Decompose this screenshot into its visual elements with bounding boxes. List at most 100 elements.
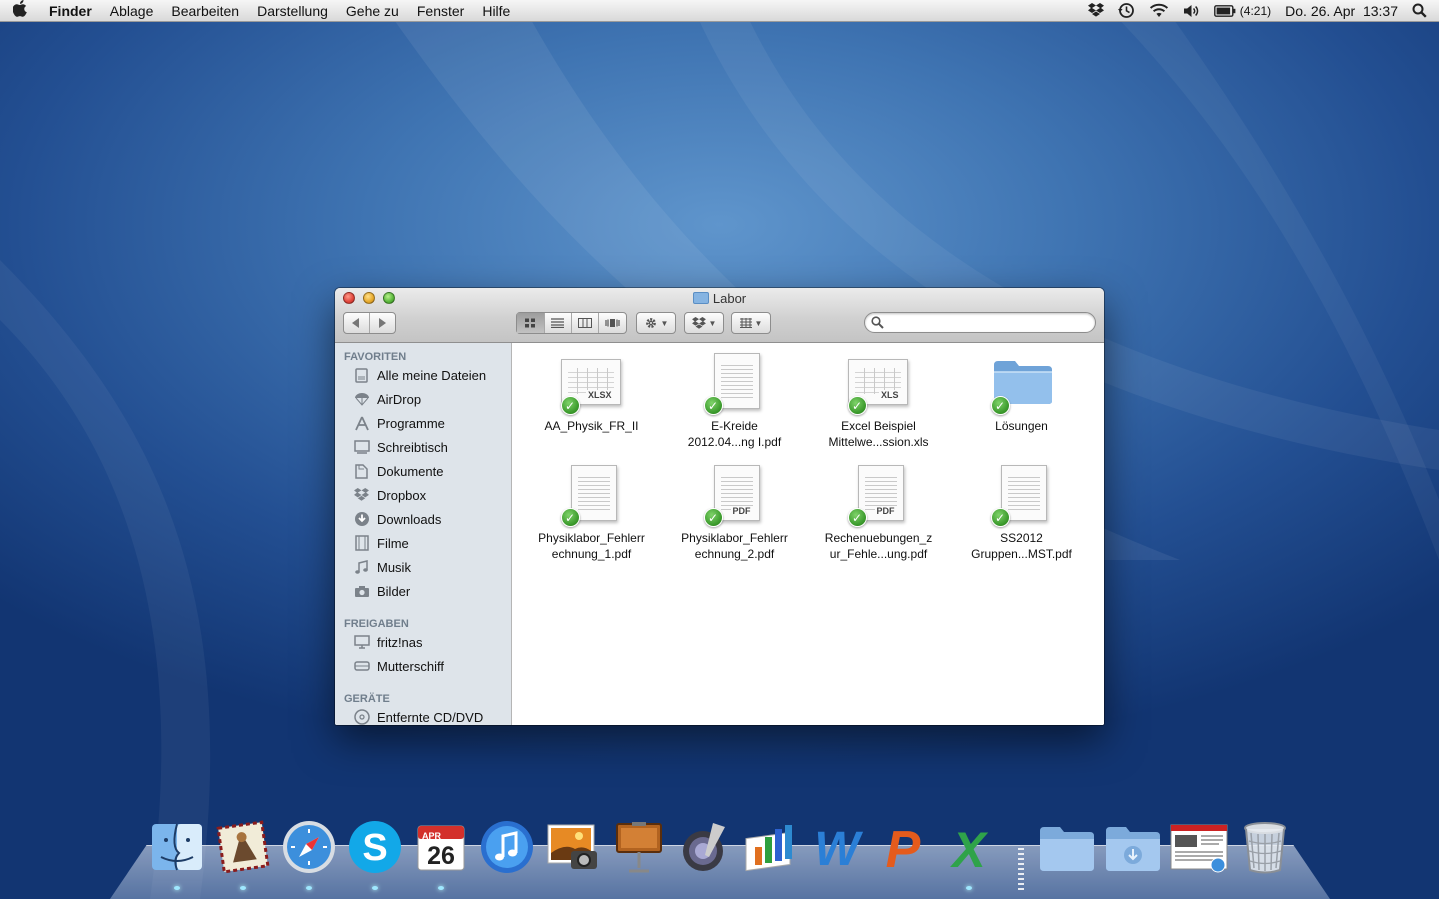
dock-aperture-icon[interactable] xyxy=(676,818,734,876)
dock-keynote-icon[interactable] xyxy=(610,818,668,876)
list-view-button[interactable] xyxy=(545,313,572,333)
sidebar-item-label: AirDrop xyxy=(377,391,422,407)
dock-trash-icon[interactable] xyxy=(1236,818,1294,876)
forward-arrow-icon xyxy=(379,318,387,328)
sidebar-item-label: Alle meine Dateien xyxy=(377,367,487,383)
file-item[interactable]: PDF ✓ Rechenuebungen_z ur_Fehle...ung.pdf xyxy=(806,463,951,562)
music-icon xyxy=(353,559,370,576)
file-name: E-Kreide xyxy=(711,419,758,433)
menu-ablage[interactable]: Ablage xyxy=(101,3,163,19)
file-name: Physiklabor_Fehlerr xyxy=(538,531,645,545)
menu-darstellung[interactable]: Darstellung xyxy=(248,3,337,19)
sidebar-item-airdrop[interactable]: AirDrop xyxy=(335,387,511,411)
sidebar-item-bilder[interactable]: Bilder xyxy=(335,579,511,603)
folder-icon xyxy=(692,292,709,304)
dock-powerpoint-icon[interactable]: P xyxy=(874,818,932,876)
menu-app-finder[interactable]: Finder xyxy=(40,3,101,19)
pdf-file-icon: ✓ xyxy=(989,463,1055,527)
running-indicator xyxy=(174,886,180,890)
back-button[interactable] xyxy=(344,313,370,333)
file-item[interactable]: XLSX ✓ AA_Physik_FR_II xyxy=(519,351,664,434)
running-indicator xyxy=(240,886,246,890)
volume-icon[interactable] xyxy=(1176,4,1207,18)
dock-safari-icon[interactable] xyxy=(280,818,338,876)
sidebar-item-dropbox[interactable]: Dropbox xyxy=(335,483,511,507)
view-mode-control xyxy=(516,312,627,334)
menu-clock[interactable]: Do. 26. Apr 13:37 xyxy=(1278,3,1405,19)
menu-bearbeiten[interactable]: Bearbeiten xyxy=(162,3,248,19)
dropbox-status-icon[interactable] xyxy=(1081,3,1111,18)
desktop-icon xyxy=(353,439,370,456)
synced-check-icon: ✓ xyxy=(703,396,723,415)
file-type-badge: PDF xyxy=(730,506,753,516)
time-machine-icon[interactable] xyxy=(1111,2,1142,19)
dock-documents-stack-icon[interactable] xyxy=(1038,818,1096,876)
battery-icon xyxy=(1213,4,1236,17)
menu-hilfe[interactable]: Hilfe xyxy=(473,3,519,19)
file-item[interactable]: ✓ SS2012 Gruppen...MST.pdf xyxy=(949,463,1094,562)
dock-web-screenshot-icon[interactable] xyxy=(1170,818,1228,876)
file-browser: XLSX ✓ AA_Physik_FR_II ✓ E-Kreide 2012.04… xyxy=(512,343,1104,725)
dock-excel-icon[interactable]: X xyxy=(940,818,998,876)
dropbox-icon xyxy=(353,487,370,504)
sidebar-item-dokumente[interactable]: Dokumente xyxy=(335,459,511,483)
arrange-menu-button[interactable]: ▼ xyxy=(731,312,771,334)
dropbox-toolbar-button[interactable]: ▼ xyxy=(684,312,724,334)
synced-check-icon: ✓ xyxy=(990,396,1010,415)
battery-status[interactable]: (4:21) xyxy=(1207,4,1278,18)
file-item[interactable]: PDF ✓ Physiklabor_Fehlerr echnung_2.pdf xyxy=(662,463,807,562)
running-indicator xyxy=(306,886,312,890)
search-input[interactable] xyxy=(864,312,1096,333)
back-arrow-icon xyxy=(352,318,360,328)
dock-calendar-icon[interactable]: APR 26 xyxy=(412,818,470,876)
sidebar-item-remote-disc[interactable]: Entfernte CD/DVD xyxy=(335,705,511,725)
file-name-line2: ur_Fehle...ung.pdf xyxy=(829,547,928,561)
action-menu-button[interactable]: ▼ xyxy=(636,312,676,334)
dock-mail-icon[interactable] xyxy=(214,818,272,876)
dock-word-icon[interactable]: W xyxy=(808,818,866,876)
arrange-grid-icon xyxy=(739,318,752,328)
folder-item[interactable]: ✓ Lösungen xyxy=(949,351,1094,434)
dock-separator xyxy=(1018,848,1024,892)
window-titlebar[interactable]: Labor ▼ ▼ ▼ xyxy=(335,288,1104,343)
sidebar-item-label: Dropbox xyxy=(377,487,427,503)
menu-bar: Finder Ablage Bearbeiten Darstellung Geh… xyxy=(0,0,1439,22)
dock-finder-icon[interactable] xyxy=(148,818,206,876)
sidebar-item-fritz-nas[interactable]: fritz!nas xyxy=(335,630,511,654)
column-view-button[interactable] xyxy=(572,313,599,333)
dock-skype-icon[interactable]: S xyxy=(346,818,404,876)
svg-text:W: W xyxy=(814,823,863,875)
airdrop-icon xyxy=(353,391,370,408)
dock-itunes-icon[interactable] xyxy=(478,818,536,876)
dock-downloads-stack-icon[interactable] xyxy=(1104,818,1162,876)
sidebar-item-mutterschiff[interactable]: Mutterschiff xyxy=(335,654,511,678)
file-item[interactable]: ✓ Physiklabor_Fehlerr echnung_1.pdf xyxy=(519,463,664,562)
file-item[interactable]: XLS ✓ Excel Beispiel Mittelwe...ssion.xls xyxy=(806,351,951,450)
sidebar-item-filme[interactable]: Filme xyxy=(335,531,511,555)
apple-menu-icon[interactable] xyxy=(0,0,40,21)
sidebar-item-programme[interactable]: Programme xyxy=(335,411,511,435)
file-item[interactable]: ✓ E-Kreide 2012.04...ng I.pdf xyxy=(662,351,807,450)
synced-check-icon: ✓ xyxy=(560,508,580,527)
sidebar-item-label: Dokumente xyxy=(377,463,444,479)
icon-view-button[interactable] xyxy=(517,313,545,333)
menu-gehe-zu[interactable]: Gehe zu xyxy=(337,3,408,19)
dock-iphoto-icon[interactable] xyxy=(544,818,602,876)
menu-fenster[interactable]: Fenster xyxy=(408,3,473,19)
file-type-badge: PDF xyxy=(874,506,897,516)
forward-button[interactable] xyxy=(370,313,395,333)
file-name-line2: echnung_1.pdf xyxy=(551,547,632,561)
pictures-icon xyxy=(353,583,370,600)
coverflow-view-button[interactable] xyxy=(599,313,626,333)
pdf-file-icon: PDF ✓ xyxy=(846,463,912,527)
sidebar-item-downloads[interactable]: Downloads xyxy=(335,507,511,531)
wifi-icon[interactable] xyxy=(1142,3,1176,18)
sidebar-item-musik[interactable]: Musik xyxy=(335,555,511,579)
spotlight-icon[interactable] xyxy=(1405,3,1439,18)
dock-numbers-icon[interactable] xyxy=(742,818,800,876)
synced-check-icon: ✓ xyxy=(847,508,867,527)
icon-view-icon xyxy=(525,318,536,328)
sidebar-item-schreibtisch[interactable]: Schreibtisch xyxy=(335,435,511,459)
sidebar-item-all-files[interactable]: Alle meine Dateien xyxy=(335,363,511,387)
sidebar-item-label: Programme xyxy=(377,415,445,431)
